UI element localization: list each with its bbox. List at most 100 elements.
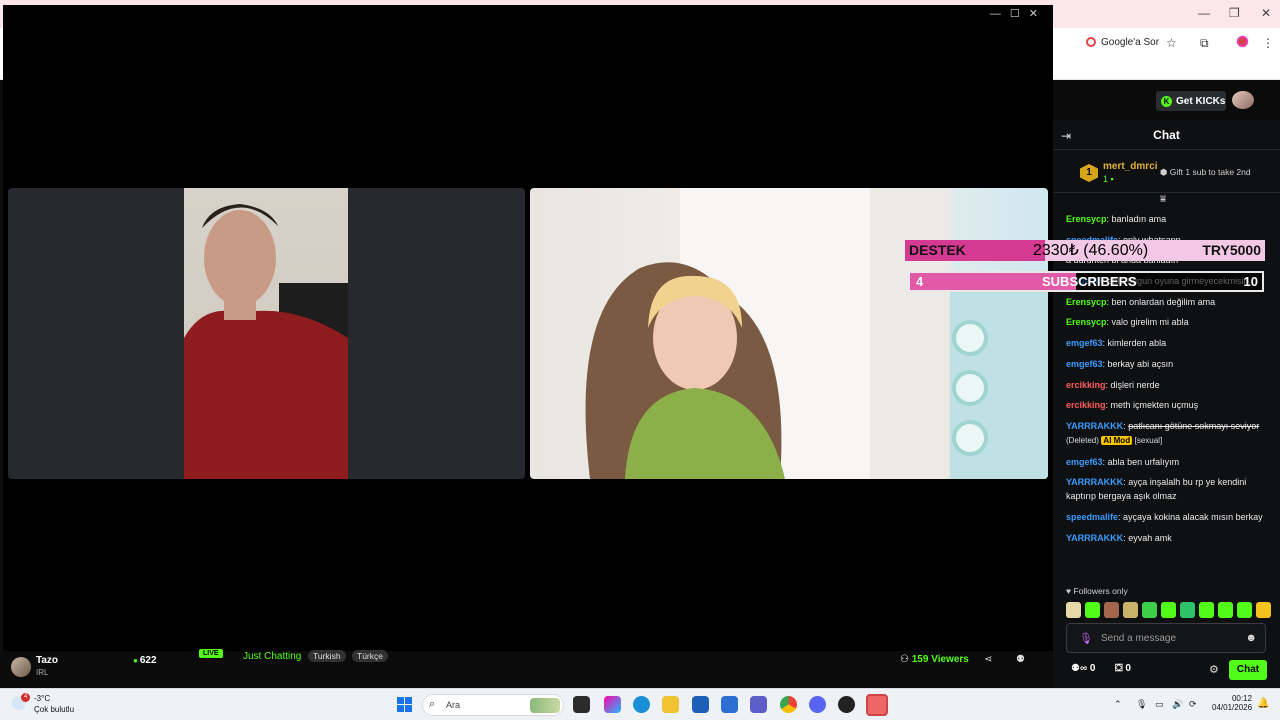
gift-sub-prompt[interactable]: ⬢ Gift 1 sub to take 2nd (1160, 167, 1251, 178)
emote-icon[interactable] (1161, 602, 1176, 618)
ai-mod-badge: AI Mod (1101, 435, 1133, 445)
chat-message: Erensycp: banladın ama (1066, 214, 1167, 224)
minimize-icon[interactable]: — (1198, 6, 1210, 20)
teams-icon[interactable] (750, 696, 767, 713)
active-app-icon[interactable] (866, 694, 888, 716)
notification-badge: 4 (21, 693, 30, 702)
chat-message-list: Erensycp: banladın amaspeedmalife: only … (1066, 212, 1276, 551)
user-avatar[interactable] (1232, 91, 1254, 109)
chat-username[interactable]: YARRRAKKK (1066, 533, 1123, 543)
top-gifter-count: 1 ▪ (1103, 174, 1114, 184)
emote-icon[interactable] (1199, 602, 1214, 618)
chat-username[interactable]: ercikking (1066, 380, 1106, 390)
stream-category-link[interactable]: Just Chatting (243, 651, 301, 662)
clock-time: 00:12 (1231, 694, 1252, 703)
gear-icon[interactable]: ⚙ (1209, 663, 1219, 676)
channel-viewer-count: 622 (133, 655, 157, 666)
bookmark-star-icon[interactable]: ☆ (1166, 36, 1177, 50)
live-badge: LIVE (199, 649, 223, 658)
stream-info-bar: Tazo IRL 622 LIVE Just Chatting Turkish … (0, 649, 1053, 688)
microphone-tray-icon[interactable]: 🎙 (1136, 699, 1147, 710)
chrome-icon[interactable] (780, 696, 797, 713)
chat-username[interactable]: Erensycp (1066, 297, 1107, 307)
streamer-avatar[interactable] (11, 657, 31, 677)
network-icon[interactable]: ▭ (1155, 699, 1164, 710)
emote-icon[interactable] (1123, 602, 1138, 618)
tag-turkce[interactable]: Türkçe (352, 650, 388, 662)
microphone-icon[interactable]: 🎙 (1079, 632, 1093, 645)
chat-username[interactable]: Erensycp (1066, 317, 1107, 327)
emoji-icon[interactable]: ☻ (1245, 632, 1257, 644)
get-kicks-button[interactable]: K Get KICKs (1156, 91, 1226, 111)
chat-username[interactable]: emgef63 (1066, 457, 1103, 467)
obs-icon[interactable] (838, 696, 855, 713)
expand-icon[interactable]: ⩸ (1160, 194, 1166, 205)
chat-message: ercikking: dişleri nerde (1066, 379, 1160, 390)
emote-icon[interactable] (1256, 602, 1271, 618)
chat-username[interactable]: emgef63 (1066, 359, 1103, 369)
streamer-category: IRL (36, 668, 49, 677)
browser-profile-icon[interactable] (1236, 35, 1249, 48)
chat-username[interactable]: ercikking (1066, 400, 1106, 410)
copilot-icon[interactable] (604, 696, 621, 713)
restore-icon[interactable]: ❐ (1229, 6, 1240, 20)
chat-username[interactable]: YARRRAKKK (1066, 421, 1123, 431)
chevron-up-icon[interactable]: ⌃ (1114, 699, 1122, 710)
task-view-icon[interactable] (573, 696, 590, 713)
channel-points[interactable]: ⚉∞ 0 (1071, 663, 1095, 674)
windows-start-icon[interactable] (397, 697, 412, 712)
chat-message-text: berkay abi açsın (1107, 358, 1174, 369)
outlook-icon[interactable] (721, 696, 738, 713)
google-ask-label: Google'a Sor (1101, 36, 1160, 48)
follow-user-icon[interactable]: ⚉ (1016, 654, 1025, 665)
emote-icon[interactable] (1218, 602, 1233, 618)
emote-icon[interactable] (1066, 602, 1081, 618)
chat-message: ercikking: meth içmekten uçmuş (1066, 400, 1199, 411)
edge-icon[interactable] (633, 696, 650, 713)
sync-icon[interactable]: ⟳ (1189, 699, 1197, 710)
popout-window-controls[interactable]: —☐✕ (990, 7, 1047, 20)
share-icon[interactable]: ⋖ (984, 654, 992, 665)
google-ask-chip[interactable]: Google'a Sor (1086, 34, 1159, 50)
chat-username[interactable]: YARRRAKKK (1066, 477, 1123, 487)
donation-goal-overlay: DESTEK TRY5000 2330₺ (46.60%) (905, 240, 1265, 261)
discord-icon[interactable] (809, 696, 826, 713)
moderation-reason: [sexual] (1134, 435, 1163, 445)
notification-bell-icon[interactable]: 🔔 (1257, 698, 1269, 709)
store-count[interactable]: ⛋ 0 (1115, 663, 1131, 674)
chat-username[interactable]: Erensycp (1066, 214, 1107, 224)
weather-condition: Çok bulutlu (34, 705, 75, 714)
emote-icon[interactable] (1085, 602, 1100, 618)
chat-message: Erensycp: ben onlardan değilim ama (1066, 296, 1216, 307)
top-gifter-banner[interactable]: 1 mert_dmrci 1 ▪ ⬢ Gift 1 sub to take 2n… (1053, 151, 1280, 193)
emote-icon[interactable] (1237, 602, 1252, 618)
emote-icon[interactable] (1180, 602, 1195, 618)
system-clock[interactable]: 00:12 04/01/2026 (1212, 694, 1252, 712)
chat-message: speedmalife: ayçaya kokina alacak mısın … (1066, 511, 1263, 522)
chat-message-input[interactable]: 🎙 Send a message ☻ (1066, 623, 1266, 653)
tag-turkish[interactable]: Turkish (308, 650, 346, 662)
chat-username[interactable]: emgef63 (1066, 338, 1103, 348)
file-explorer-icon[interactable] (662, 696, 679, 713)
chat-panel: ⇥ Chat 1 mert_dmrci 1 ▪ ⬢ Gift 1 sub to … (1053, 120, 1280, 688)
emote-icon[interactable] (1104, 602, 1119, 618)
browser-menu-icon[interactable]: ⋮ (1262, 36, 1274, 50)
emote-icon[interactable] (1142, 602, 1157, 618)
viewers-count: ⚇ 159 Viewers (900, 654, 969, 665)
windows-taskbar: 4 -3°C Çok bulutlu ⌕ Ara ⌃ 🎙 ▭ 🔊 ⟳ 00:12… (0, 688, 1280, 720)
chat-username[interactable]: speedmalife (1066, 512, 1118, 522)
chat-message: YARRRAKKK: ayça inşalalh bu rp ye kendin… (1066, 477, 1247, 502)
chat-message: emgef63: kimlerden abla (1066, 338, 1167, 349)
volume-icon[interactable]: 🔊 (1172, 699, 1183, 710)
store-icon[interactable] (692, 696, 709, 713)
taskbar-search[interactable]: ⌕ Ara (422, 694, 564, 716)
popout-player-window: —☐✕ (3, 5, 1053, 651)
chat-message-text: ayçaya kokina alacak mısın berkay (1123, 511, 1263, 522)
close-icon[interactable]: ✕ (1261, 6, 1271, 20)
person-silhouette-icon (184, 204, 348, 479)
send-chat-button[interactable]: Chat (1229, 660, 1267, 680)
extensions-icon[interactable]: ⧉ (1200, 36, 1209, 51)
right-camera-feed (530, 188, 1048, 479)
streamer-name[interactable]: Tazo (36, 655, 58, 666)
chat-footer: ⚉∞ 0 ⛋ 0 ⚙ Chat (1053, 660, 1280, 682)
